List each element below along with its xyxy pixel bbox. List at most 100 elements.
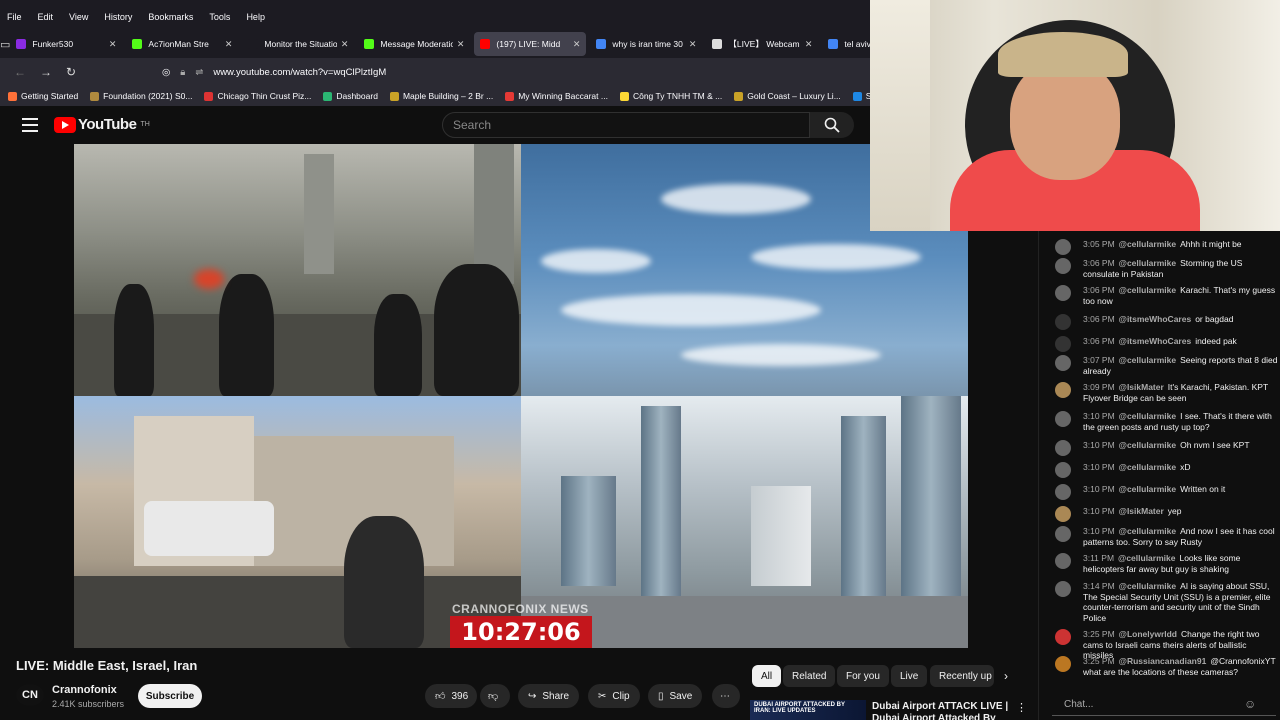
save-button[interactable]: ▯ Save: [648, 684, 703, 708]
chat-avatar[interactable]: [1055, 336, 1071, 352]
chat-user[interactable]: @cellularmike: [1119, 258, 1176, 268]
chat-avatar[interactable]: [1055, 382, 1071, 398]
chip-all[interactable]: All: [752, 665, 782, 687]
bookmark-item[interactable]: Foundation (2021) S0...: [90, 91, 192, 101]
like-button[interactable]: 👍︎ 396: [425, 684, 477, 708]
chat-user[interactable]: @cellularmike: [1119, 526, 1176, 536]
chat-user[interactable]: @Lonelywrldd: [1119, 629, 1177, 639]
chat-avatar[interactable]: [1055, 440, 1071, 456]
channel-avatar[interactable]: CN: [16, 684, 44, 706]
search-input[interactable]: Search: [442, 112, 810, 138]
menu-bookmarks[interactable]: Bookmarks: [145, 12, 196, 22]
chat-user[interactable]: @cellularmike: [1119, 462, 1176, 472]
bookmark-item[interactable]: Công Ty TNHH TM & ...: [619, 91, 722, 101]
chevron-right-icon[interactable]: ›: [1004, 669, 1008, 683]
tab-favicon-icon: [480, 39, 491, 49]
permissions-icon[interactable]: ⇌: [195, 67, 203, 78]
chip-related[interactable]: Related: [783, 665, 836, 687]
chat-user[interactable]: @itsmeWhoCares: [1119, 314, 1192, 324]
chat-avatar[interactable]: [1055, 462, 1071, 478]
chat-user[interactable]: @IsikMater: [1119, 506, 1164, 516]
bookmark-item[interactable]: Chicago Thin Crust Piz...: [204, 91, 311, 101]
dislike-button[interactable]: 👎︎: [480, 684, 510, 708]
chip-live[interactable]: Live: [891, 665, 928, 687]
chat-user[interactable]: @cellularmike: [1119, 285, 1176, 295]
chat-user[interactable]: @cellularmike: [1119, 484, 1176, 494]
browser-tab[interactable]: Monitor the Situatio ✕: [242, 32, 354, 56]
chip-for-you[interactable]: For you: [837, 665, 889, 687]
related-video-title[interactable]: Dubai Airport ATTACK LIVE | Dubai Airpor…: [872, 701, 1012, 720]
chat-avatar[interactable]: [1055, 355, 1071, 371]
bookmark-item[interactable]: Gold Coast – Luxury Li...: [734, 91, 841, 101]
clip-button[interactable]: ✂ Clip: [588, 684, 640, 708]
menu-edit[interactable]: Edit: [35, 12, 57, 22]
back-icon[interactable]: ←: [14, 65, 26, 79]
chat-avatar[interactable]: [1055, 314, 1071, 330]
chat-avatar[interactable]: [1055, 506, 1071, 522]
menu-tools[interactable]: Tools: [206, 12, 233, 22]
bookmark-item[interactable]: Dashboard: [323, 91, 378, 101]
url-text[interactable]: www.youtube.com/watch?v=wqClPlztIgM: [213, 67, 386, 78]
chat-avatar[interactable]: [1055, 553, 1071, 569]
chat-avatar[interactable]: [1055, 629, 1071, 645]
chat-user[interactable]: @cellularmike: [1119, 239, 1176, 249]
reload-icon[interactable]: ↻: [66, 65, 76, 79]
close-icon[interactable]: ✕: [341, 39, 349, 50]
chat-avatar[interactable]: [1055, 239, 1071, 255]
menu-history[interactable]: History: [101, 12, 135, 22]
chat-user[interactable]: @cellularmike: [1119, 355, 1176, 365]
chat-avatar[interactable]: [1055, 656, 1071, 672]
close-icon[interactable]: ✕: [225, 39, 233, 50]
menu-file[interactable]: File: [4, 12, 25, 22]
lock-icon[interactable]: 🔒︎: [180, 67, 185, 78]
bookmark-item[interactable]: Getting Started: [8, 91, 78, 101]
url-bar[interactable]: ◎ 🔒︎ ⇌ www.youtube.com/watch?v=wqClPlztI…: [162, 62, 862, 83]
chat-avatar[interactable]: [1055, 411, 1071, 427]
menu-icon[interactable]: [22, 118, 38, 132]
chat-user[interactable]: @cellularmike: [1118, 553, 1175, 563]
browser-tab[interactable]: why is iran time 30 ✕: [590, 32, 702, 56]
emoji-icon[interactable]: ☺: [1244, 697, 1256, 711]
channel-name[interactable]: Crannofonix: [52, 684, 117, 696]
close-icon[interactable]: ✕: [457, 39, 465, 50]
forward-icon[interactable]: →: [40, 65, 52, 79]
chat-user[interactable]: @itsmeWhoCares: [1119, 336, 1192, 346]
more-actions-button[interactable]: ⋯: [712, 684, 740, 708]
menu-view[interactable]: View: [66, 12, 91, 22]
chat-avatar[interactable]: [1055, 526, 1071, 542]
close-icon[interactable]: ✕: [573, 39, 581, 50]
video-player[interactable]: CRANNOFONIX NEWS 10:27:06: [74, 144, 968, 648]
related-video-thumbnail[interactable]: DUBAI AIRPORT ATTACKED BY IRAN: LIVE UPD…: [750, 700, 866, 720]
chat-user[interactable]: @cellularmike: [1119, 440, 1176, 450]
menu-help[interactable]: Help: [243, 12, 268, 22]
bookmark-item[interactable]: Sign in - Dre: [852, 91, 870, 101]
close-icon[interactable]: ✕: [805, 39, 813, 50]
browser-tab[interactable]: 【LIVE】 Webcam V ✕: [706, 32, 818, 56]
close-icon[interactable]: ✕: [109, 39, 117, 50]
search-button[interactable]: [810, 112, 854, 138]
subscribe-button[interactable]: Subscribe: [138, 684, 202, 708]
browser-tab[interactable]: Message Moderatio ✕: [358, 32, 470, 56]
share-icon: ↪: [528, 690, 537, 702]
shield-icon[interactable]: ◎: [162, 67, 170, 78]
bookmark-item[interactable]: Maple Building – 2 Br ...: [389, 91, 493, 101]
bookmark-item[interactable]: My Winning Baccarat ...: [505, 91, 608, 101]
browser-tab[interactable]: Funker530 ✕: [10, 32, 122, 56]
related-more-icon[interactable]: ⋮: [1016, 701, 1027, 714]
chat-avatar[interactable]: [1055, 285, 1071, 301]
browser-tab[interactable]: Ac7ionMan Stre ✕: [126, 32, 238, 56]
chat-user[interactable]: @Russiancanadian91: [1119, 656, 1207, 666]
chat-user[interactable]: @cellularmike: [1119, 581, 1176, 591]
chat-input[interactable]: Chat...: [1052, 694, 1276, 716]
browser-tab[interactable]: (197) LIVE: Midd ✕: [474, 32, 587, 56]
chip-recently-uploaded[interactable]: Recently up: [930, 665, 994, 687]
close-icon[interactable]: ✕: [689, 39, 697, 50]
chat-avatar[interactable]: [1055, 484, 1071, 500]
share-button[interactable]: ↪ Share: [518, 684, 580, 708]
chat-user[interactable]: @cellularmike: [1119, 411, 1176, 421]
chat-user[interactable]: @IsikMater: [1119, 382, 1164, 392]
youtube-logo[interactable]: YouTube TH: [54, 116, 150, 133]
chat-avatar[interactable]: [1055, 581, 1071, 597]
tab-list-icon[interactable]: ▭: [0, 30, 10, 58]
chat-avatar[interactable]: [1055, 258, 1071, 274]
